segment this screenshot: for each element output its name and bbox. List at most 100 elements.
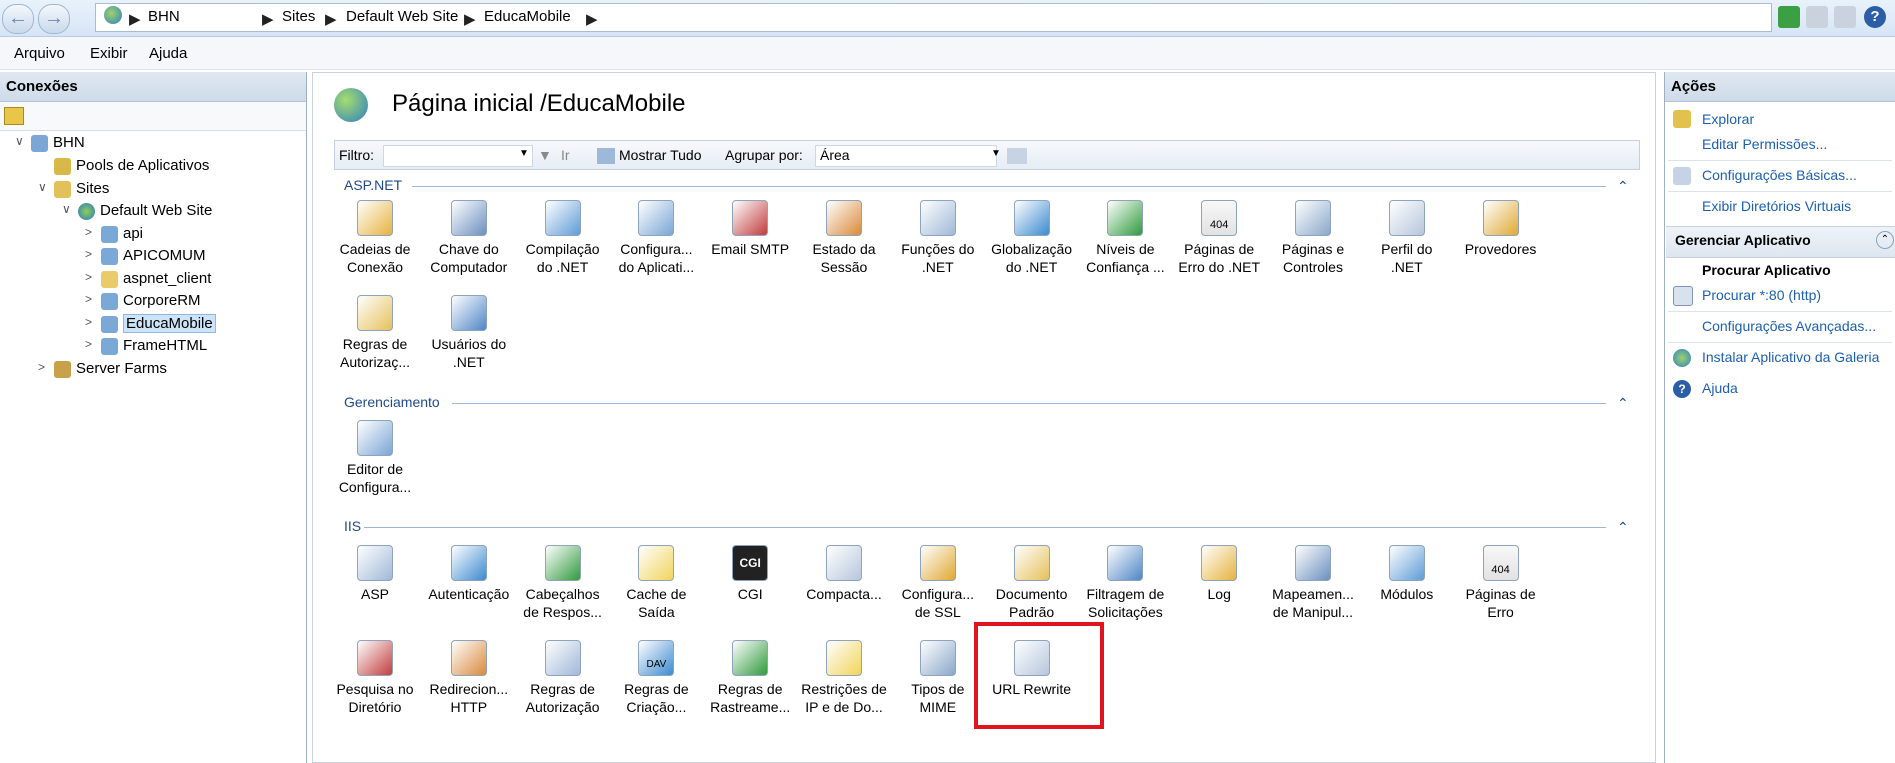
feature-icon: 404 bbox=[1201, 200, 1238, 236]
feature-item[interactable]: Mapeamen... de Manipul... bbox=[1266, 545, 1360, 621]
feature-item[interactable]: Regras de Autorização bbox=[516, 640, 610, 716]
feature-item[interactable]: Redirecion... HTTP bbox=[422, 640, 516, 716]
feature-item[interactable]: 404 Páginas de Erro bbox=[1454, 545, 1548, 621]
feature-item[interactable]: Cabeçalhos de Respos... bbox=[516, 545, 610, 621]
forward-button[interactable]: → bbox=[38, 4, 70, 34]
collapse-icon[interactable]: ⌃ bbox=[1876, 231, 1894, 249]
feature-item[interactable]: Chave do Computador bbox=[422, 200, 516, 276]
edit-permissions-link[interactable]: Editar Permissões... bbox=[1702, 136, 1827, 152]
feature-icon bbox=[638, 545, 675, 581]
tree-node-server-farms[interactable]: > Server Farms bbox=[38, 360, 167, 378]
feature-label: Módulos bbox=[1380, 586, 1434, 602]
feature-item[interactable]: Páginas e Controles bbox=[1266, 200, 1360, 276]
feature-item[interactable]: DAV Regras de Criação... bbox=[609, 640, 703, 716]
chevron-down-icon[interactable]: ▼ bbox=[991, 148, 1001, 159]
crumb-server[interactable]: BHN bbox=[148, 8, 180, 25]
tree-node-default-web-site[interactable]: ∨ Default Web Site bbox=[62, 202, 212, 220]
feature-label: Redirecion... bbox=[429, 681, 509, 697]
filter-input[interactable] bbox=[383, 145, 533, 167]
back-button[interactable]: ← bbox=[2, 4, 34, 34]
feature-item[interactable]: Perfil do .NET bbox=[1360, 200, 1454, 276]
feature-item[interactable]: Regras de Rastreame... bbox=[703, 640, 797, 716]
feature-item[interactable]: Funções do .NET bbox=[891, 200, 985, 276]
feature-item[interactable]: Configura... do Aplicati... bbox=[609, 200, 703, 276]
tree-node-api[interactable]: > api bbox=[85, 225, 143, 243]
home-icon[interactable] bbox=[1834, 6, 1856, 28]
refresh-icon[interactable] bbox=[1778, 6, 1800, 28]
crumb-sites[interactable]: Sites bbox=[282, 8, 315, 25]
chevron-up-icon[interactable]: ⌃ bbox=[1617, 395, 1629, 412]
feature-item[interactable]: Filtragem de Solicitações bbox=[1078, 545, 1172, 621]
chevron-down-icon[interactable]: ▼ bbox=[519, 148, 529, 159]
feature-item[interactable]: Configura... de SSL bbox=[891, 545, 985, 621]
feature-item[interactable]: Pesquisa no Diretório bbox=[328, 640, 422, 716]
tree-node-aspnet-client[interactable]: > aspnet_client bbox=[85, 270, 211, 288]
feature-item[interactable]: Compacta... bbox=[797, 545, 891, 603]
feature-item[interactable]: Estado da Sessão bbox=[797, 200, 891, 276]
feature-item[interactable]: Usuários do .NET bbox=[422, 295, 516, 371]
feature-item[interactable]: Níveis de Confiança ... bbox=[1078, 200, 1172, 276]
feature-item[interactable]: Cache de Saída bbox=[609, 545, 703, 621]
folder-icon bbox=[101, 271, 118, 288]
help-icon[interactable]: ? bbox=[1864, 6, 1886, 28]
crumb-default-web-site[interactable]: Default Web Site bbox=[346, 8, 458, 25]
feature-item[interactable]: Provedores bbox=[1454, 200, 1548, 258]
explore-link[interactable]: Explorar bbox=[1702, 111, 1754, 127]
menu-arquivo[interactable]: Arquivo bbox=[14, 45, 65, 62]
connect-icon[interactable] bbox=[4, 107, 24, 125]
feature-item[interactable]: ASP bbox=[328, 545, 422, 603]
tree-node-educamobile[interactable]: > EducaMobile bbox=[85, 314, 216, 333]
go-button[interactable]: Ir bbox=[561, 147, 570, 163]
feature-label: de Manipul... bbox=[1272, 604, 1354, 620]
explore-icon bbox=[1673, 110, 1691, 128]
tree-node-apicomum[interactable]: > APICOMUM bbox=[85, 247, 206, 265]
feature-label: Globalização bbox=[991, 241, 1073, 257]
advanced-settings-link[interactable]: Configurações Avançadas... bbox=[1702, 318, 1876, 334]
feature-item[interactable]: Regras de Autorizaç... bbox=[328, 295, 422, 371]
feature-item[interactable]: Cadeias de Conexão bbox=[328, 200, 422, 276]
feature-item[interactable]: Globalização do .NET bbox=[985, 200, 1079, 276]
feature-item[interactable]: Compilação do .NET bbox=[516, 200, 610, 276]
feature-label: Conexão bbox=[346, 259, 404, 275]
stop-icon[interactable] bbox=[1806, 6, 1828, 28]
tree-node-app-pools[interactable]: Pools de Aplicativos bbox=[54, 157, 209, 175]
group-by-select[interactable]: Área bbox=[815, 145, 997, 167]
feature-item[interactable]: 404 Páginas de Erro do .NET bbox=[1172, 200, 1266, 276]
filter-bar: Filtro: ▼ ▼ Ir Mostrar Tudo Agrupar por:… bbox=[334, 140, 1640, 170]
feature-label: Páginas e bbox=[1281, 241, 1345, 257]
feature-label: Criação... bbox=[626, 699, 687, 715]
feature-item[interactable]: CGI CGI bbox=[703, 545, 797, 603]
breadcrumb[interactable]: ▶ BHN ▶ Sites ▶ Default Web Site ▶ Educa… bbox=[95, 3, 1772, 32]
show-all-button[interactable]: Mostrar Tudo bbox=[619, 147, 701, 163]
browse-link[interactable]: Procurar *:80 (http) bbox=[1702, 287, 1821, 303]
tree-node-framehtml[interactable]: > FrameHTML bbox=[85, 337, 207, 355]
view-icon[interactable] bbox=[1007, 148, 1027, 164]
feature-label: Regras de bbox=[342, 336, 408, 352]
basic-settings-link[interactable]: Configurações Básicas... bbox=[1702, 167, 1857, 183]
menu-exibir[interactable]: Exibir bbox=[90, 45, 128, 62]
help-link[interactable]: Ajuda bbox=[1702, 380, 1738, 396]
feature-item[interactable]: Autenticação bbox=[422, 545, 516, 603]
tree-node-sites[interactable]: ∨ Sites bbox=[38, 180, 109, 198]
feature-item[interactable]: Log bbox=[1172, 545, 1266, 603]
feature-item[interactable]: Editor de Configura... bbox=[328, 420, 422, 496]
feature-label: .NET bbox=[452, 354, 485, 370]
chevron-up-icon[interactable]: ⌃ bbox=[1617, 519, 1629, 536]
feature-item[interactable]: Tipos de MIME bbox=[891, 640, 985, 716]
feature-item[interactable]: Email SMTP bbox=[703, 200, 797, 258]
feature-item[interactable]: Módulos bbox=[1360, 545, 1454, 603]
feature-item[interactable]: Documento Padrão bbox=[985, 545, 1079, 621]
tree-node-server[interactable]: ∨ BHN bbox=[15, 134, 85, 152]
tree-node-corporerm[interactable]: > CorporeRM bbox=[85, 292, 201, 310]
separator bbox=[1668, 160, 1892, 161]
menu-ajuda[interactable]: Ajuda bbox=[149, 45, 187, 62]
filter-go-icon[interactable]: ▼ bbox=[538, 147, 552, 163]
chevron-up-icon[interactable]: ⌃ bbox=[1617, 178, 1629, 195]
install-gallery-link[interactable]: Instalar Aplicativo da Galeria bbox=[1702, 349, 1879, 365]
feature-item[interactable]: Restrições de IP e de Do... bbox=[797, 640, 891, 716]
view-virtual-dirs-link[interactable]: Exibir Diretórios Virtuais bbox=[1702, 198, 1851, 214]
feature-label: Computador bbox=[430, 259, 508, 275]
feature-label: Regras de bbox=[530, 681, 595, 697]
crumb-educamobile[interactable]: EducaMobile bbox=[484, 8, 571, 25]
feature-label: Regras de bbox=[717, 681, 783, 697]
